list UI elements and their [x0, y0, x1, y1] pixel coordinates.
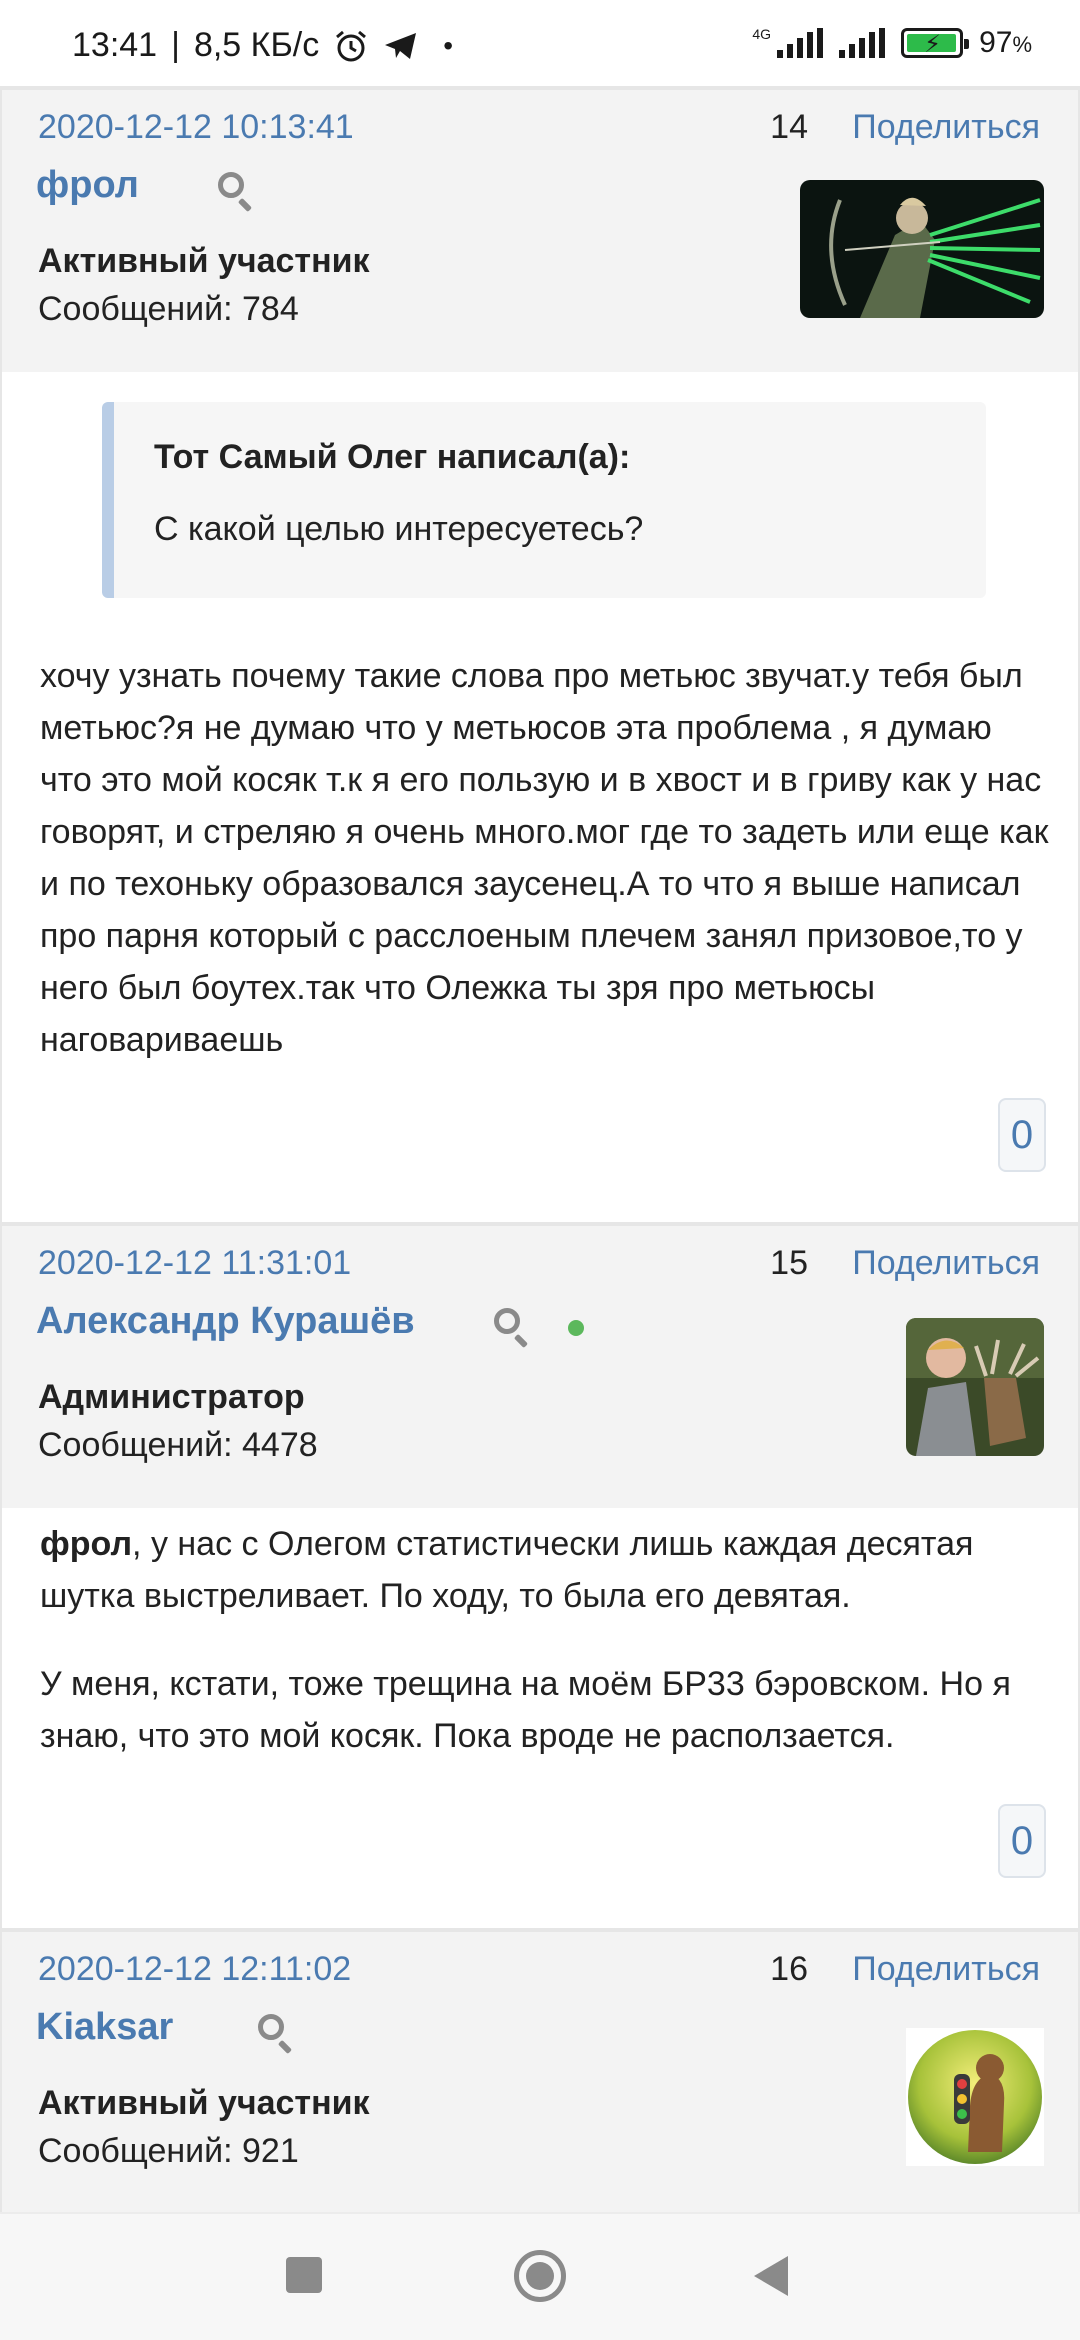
author-message-count: Сообщений: 4478 [38, 1426, 318, 1464]
avatar[interactable] [800, 180, 1044, 318]
post-text: хочу узнать почему такие слова про метью… [40, 657, 1049, 1059]
author-role: Администратор [38, 1378, 305, 1416]
signal-icon [839, 28, 886, 58]
author-link[interactable]: Александр Курашёв [36, 1300, 415, 1343]
author-message-count: Сообщений: 921 [38, 2132, 299, 2170]
online-status-dot [568, 1320, 584, 1336]
share-link[interactable]: Поделиться [852, 108, 1040, 147]
post-header: 2020-12-12 11:31:01 15 Поделиться Алекса… [0, 1226, 1080, 1508]
mention-link[interactable]: фрол [40, 1525, 132, 1563]
reaction-count-button[interactable]: 0 [998, 1098, 1046, 1172]
post-paragraph: У меня, кстати, тоже трещина на моём БР3… [40, 1665, 1011, 1755]
search-icon[interactable] [216, 170, 256, 213]
system-navigation-bar [0, 2212, 1080, 2340]
status-time: 13:41 [72, 26, 158, 64]
post-date-link[interactable]: 2020-12-12 10:13:41 [38, 108, 354, 147]
post-number: 15 [770, 1244, 808, 1282]
post: 2020-12-12 10:13:41 14 Поделиться фрол А… [0, 86, 1080, 1224]
status-speed: 8,5 КБ/с [193, 26, 320, 64]
avatar[interactable] [906, 1318, 1044, 1456]
author-role: Активный участник [38, 242, 370, 280]
post: 2020-12-12 12:11:02 16 Поделиться Kiaksa… [0, 1928, 1080, 2214]
battery-percent: 97% [979, 26, 1032, 59]
signal-icon [777, 28, 824, 58]
share-link[interactable]: Поделиться [852, 1950, 1040, 1989]
battery-charging-icon: ⚡ [901, 28, 970, 58]
post: 2020-12-12 11:31:01 15 Поделиться Алекса… [0, 1222, 1080, 1932]
post-date-link[interactable]: 2020-12-12 11:31:01 [38, 1244, 351, 1283]
post-number: 14 [770, 108, 808, 146]
author-link[interactable]: фрол [36, 164, 139, 207]
status-right: 4G ⚡ 97% [752, 26, 1032, 60]
share-link[interactable]: Поделиться [852, 1244, 1040, 1283]
post-header: 2020-12-12 12:11:02 16 Поделиться Kiaksa… [0, 1932, 1080, 2214]
quote-text: С какой целью интересуетесь? [154, 510, 644, 548]
post-text: фрол, у нас с Олегом статистически лишь … [40, 1518, 1050, 1762]
avatar[interactable] [906, 2028, 1044, 2166]
post-number: 16 [770, 1950, 808, 1988]
back-button[interactable] [754, 2256, 788, 2296]
post-body: Тот Самый Олег написал(а): С какой целью… [0, 372, 1080, 1224]
post-text-part: , у нас с Олегом статистически лишь кажд… [40, 1525, 974, 1615]
author-message-count: Сообщений: 784 [38, 290, 299, 328]
network-type: 4G [752, 26, 772, 42]
home-button[interactable] [514, 2250, 566, 2302]
post-date-link[interactable]: 2020-12-12 12:11:02 [38, 1950, 351, 1989]
post-header: 2020-12-12 10:13:41 14 Поделиться фрол А… [0, 90, 1080, 372]
quote-author[interactable]: Тот Самый Олег написал(а): [154, 438, 630, 477]
author-role: Активный участник [38, 2084, 370, 2122]
search-icon[interactable] [256, 2012, 296, 2055]
alarm-icon [336, 30, 367, 61]
status-left: 13:41 | 8,5 КБ/с • [72, 26, 453, 65]
post-body: фрол, у нас с Олегом статистически лишь … [0, 1508, 1080, 1932]
status-separator: | [171, 26, 180, 64]
recent-apps-button[interactable] [286, 2257, 322, 2293]
search-icon[interactable] [492, 1306, 532, 1349]
reaction-count-button[interactable]: 0 [998, 1804, 1046, 1878]
quote-block: Тот Самый Олег написал(а): С какой целью… [102, 402, 986, 598]
author-link[interactable]: Kiaksar [36, 2006, 173, 2049]
post-paragraph: фрол, у нас с Олегом статистически лишь … [40, 1518, 1050, 1622]
dot-icon: • [443, 29, 454, 61]
telegram-icon [385, 32, 417, 59]
status-bar: 13:41 | 8,5 КБ/с • 4G ⚡ 97% [0, 0, 1080, 90]
